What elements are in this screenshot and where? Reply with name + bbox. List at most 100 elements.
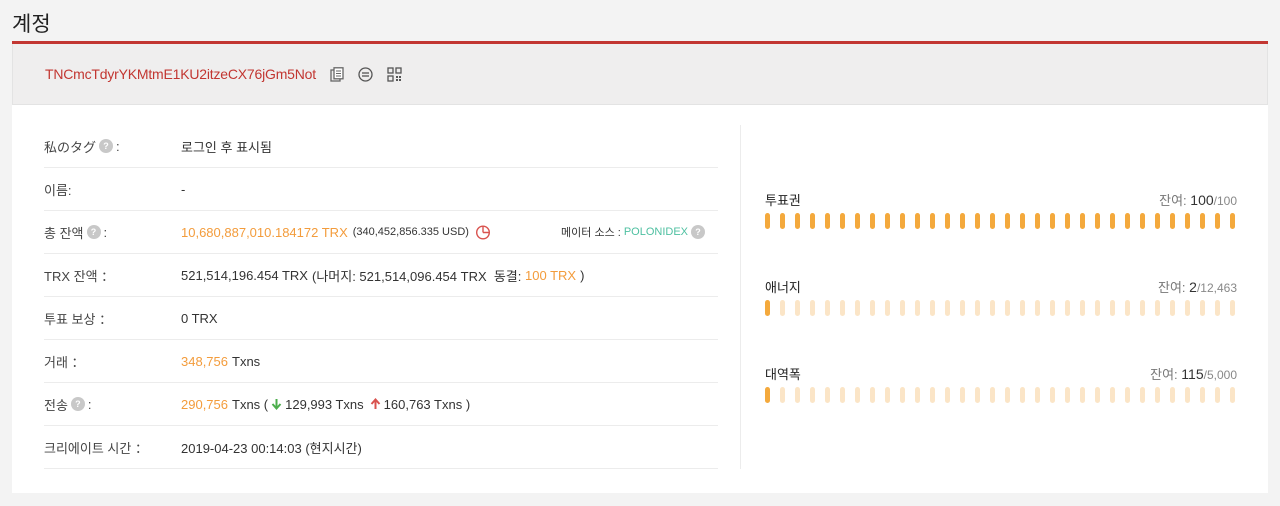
transfer-icon[interactable] [358, 66, 373, 82]
gauge-segment [1125, 387, 1130, 403]
gauge-segment [915, 387, 920, 403]
created-value: 2019-04-23 00:14:03 (현지시간) [181, 440, 362, 456]
transfer-in: 129,993 Txns [285, 396, 364, 412]
gauge-segment [900, 213, 905, 229]
gauge-segment [1140, 387, 1145, 403]
source-value[interactable]: POLONIDEX [624, 226, 688, 238]
trx-balance-value: 521,514,196.454 TRX [181, 267, 308, 283]
resource-name: 대역폭 [765, 367, 801, 382]
resource-name: 애너지 [765, 280, 801, 295]
help-icon[interactable]: ? [70, 397, 85, 411]
gauge-segment [1140, 213, 1145, 229]
gauge-segment [1080, 387, 1085, 403]
help-icon[interactable]: ? [86, 225, 101, 239]
name-label: 이름: [44, 182, 72, 198]
account-card: 私のタグ?: 로그인 후 표시됨 이름: - 총 잔액?: 10,680,887… [12, 105, 1268, 493]
transfer-unit: Txns ( [232, 396, 269, 412]
row-name: 이름: - [44, 168, 718, 211]
gauge-segment [930, 387, 935, 403]
remain-value: 115 [1181, 366, 1204, 382]
gauge-segment [765, 213, 770, 229]
transfer-count[interactable]: 290,756 [181, 397, 228, 412]
gauge-segment [1065, 213, 1070, 229]
gauge-segment [885, 300, 890, 316]
gauge-segment [1020, 213, 1025, 229]
gauge-segment [855, 213, 860, 229]
gauge-segment [915, 213, 920, 229]
gauge-segment [1110, 300, 1115, 316]
gauge-segment [780, 387, 785, 403]
qr-code-icon[interactable] [387, 66, 402, 82]
gauge-segment [1170, 387, 1175, 403]
tag-label-suffix: : [116, 138, 120, 154]
gauge-segment [825, 387, 830, 403]
gauge-segment [900, 300, 905, 316]
gauge-segment [1155, 387, 1160, 403]
gauge-segment [1035, 387, 1040, 403]
gauge-segment [870, 387, 875, 403]
gauge-segment [960, 300, 965, 316]
tx-count[interactable]: 348,756 [181, 354, 228, 369]
remain-value: 100 [1190, 192, 1214, 208]
tag-label: 私のタグ [44, 139, 97, 155]
help-icon[interactable]: ? [99, 139, 114, 153]
gauge-segment [930, 213, 935, 229]
gauge-segment [1005, 300, 1010, 316]
row-created-time: 크리에이트 시간 ： 2019-04-23 00:14:03 (현지시간) [44, 426, 718, 469]
row-total-balance: 총 잔액?: 10,680,887,010.184172 TRX (340,45… [44, 211, 718, 254]
gauge-segment [1020, 300, 1025, 316]
transfer-out: 160,763 Txns ) [383, 396, 471, 412]
row-transfers: 전송?: 290,756 Txns ( 129,993 Txns 160,763… [44, 383, 718, 426]
gauge-segment [915, 300, 920, 316]
gauge-segment [1035, 213, 1040, 229]
name-value: - [181, 181, 186, 197]
row-trx-balance: TRX 잔액 ： 521,514,196.454 TRX (나머지: 521,5… [44, 254, 718, 297]
gauge-segment [1215, 300, 1220, 316]
pie-chart-icon[interactable] [475, 224, 491, 240]
gauge-segment [1155, 300, 1160, 316]
gauge-segment [990, 213, 995, 229]
gauge-segment [885, 387, 890, 403]
gauge-segment [840, 213, 845, 229]
gauge-segment [840, 300, 845, 316]
tag-value: 로그인 후 표시됨 [181, 139, 272, 155]
gauge-segment [1230, 300, 1235, 316]
gauge-segment [810, 387, 815, 403]
account-address[interactable]: TNCmcTdyrYKMtmE1KU2itzeCX76jGm5Not [45, 66, 316, 82]
gauge-segment [855, 387, 860, 403]
gauge-segment [1185, 300, 1190, 316]
total-label-suffix: : [103, 224, 108, 240]
gauge-segment [975, 300, 980, 316]
remain-total: /100 [1213, 194, 1237, 208]
gauge-segment [795, 213, 800, 229]
total-balance-value: 10,680,887,010.184172 TRX [181, 224, 348, 240]
gauge-segment [885, 213, 890, 229]
row-transactions: 거래 ： 348,756 Txns [44, 340, 718, 383]
gauge-segment [1050, 387, 1055, 403]
gauge-segment [840, 387, 845, 403]
address-bar: TNCmcTdyrYKMtmE1KU2itzeCX76jGm5Not [12, 44, 1268, 105]
copy-icon[interactable] [330, 66, 344, 82]
gauge-segment [1155, 213, 1160, 229]
gauge-segment [975, 387, 980, 403]
resource-name: 투표권 [765, 193, 801, 208]
help-icon[interactable]: ? [691, 225, 705, 239]
row-vote-reward: 투표 보상 ： 0 TRX [44, 297, 718, 340]
gauge-segment [1035, 300, 1040, 316]
gauge-segment [1065, 300, 1070, 316]
gauge-segment [1230, 213, 1235, 229]
gauge-segment [930, 300, 935, 316]
gauge-segment [1200, 300, 1205, 316]
resource-votes: 투표권 잔여: 100/100 [765, 189, 1237, 229]
gauge-segment [810, 213, 815, 229]
total-label: 총 잔액 [44, 225, 84, 241]
trx-close-paren: ) [580, 267, 585, 283]
gauge-segment [990, 387, 995, 403]
arrow-up-icon [370, 398, 381, 410]
gauge-segment [795, 300, 800, 316]
gauge-segment [780, 213, 785, 229]
gauge-segment [810, 300, 815, 316]
gauge-segment [870, 300, 875, 316]
created-label: 크리에이트 시간 ： [44, 440, 148, 456]
remain-value: 2 [1189, 279, 1197, 295]
